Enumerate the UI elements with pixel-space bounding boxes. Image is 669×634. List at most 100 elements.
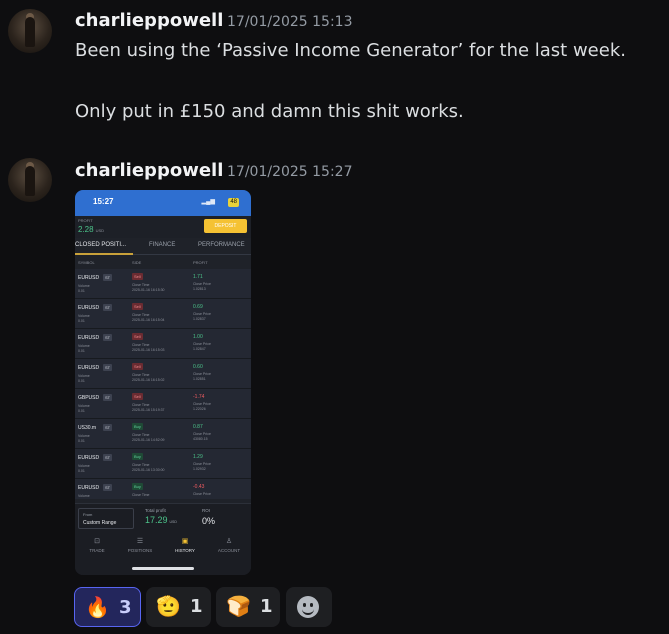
row-symbol: EURUSD bbox=[78, 335, 100, 341]
table-row: GBPUSD ST Volume 0.01 Sell Close Time 2025-01-… bbox=[75, 389, 251, 419]
row-profit: 0.69 bbox=[193, 304, 203, 310]
row-close-time: Close Time 2025-01-16 16:15:02 bbox=[132, 373, 165, 382]
history-icon: ▣ bbox=[181, 538, 189, 545]
row-side: Buy bbox=[132, 483, 143, 490]
table-row: EURUSD ST Volume 0.01 Sell Close Time 2025-01-… bbox=[75, 299, 251, 329]
row-close-price: Close Price 43080.15 bbox=[193, 432, 211, 441]
row-close-price: Close Price 1.02851 bbox=[193, 372, 211, 381]
row-side: Buy bbox=[132, 423, 143, 430]
reaction-saluting-face[interactable]: 🫡 1 bbox=[146, 587, 211, 627]
battery-icon: 48 bbox=[228, 198, 239, 207]
row-badge: ST bbox=[103, 484, 113, 491]
reaction-bread[interactable]: 🍞 1 bbox=[216, 587, 280, 627]
row-close-time: Close Time 2025-01-16 13:30:00 bbox=[132, 463, 165, 472]
history-tabs: CLOSED POSITI... FINANCE PERFORMANCE bbox=[75, 238, 251, 255]
row-symbol: EURUSD bbox=[78, 305, 100, 311]
row-close-price: Close Price 1.02837 bbox=[193, 312, 211, 321]
tab-finance: FINANCE bbox=[149, 242, 176, 248]
signal-icon: ▂▄▆ bbox=[201, 199, 215, 205]
account-icon: ♙ bbox=[225, 538, 233, 545]
nav-history: ▣ HISTORY bbox=[165, 537, 205, 553]
row-profit: 1.71 bbox=[193, 274, 203, 280]
from-label: From bbox=[83, 512, 93, 517]
tab-closed-positions: CLOSED POSITI... bbox=[75, 242, 127, 248]
row-profit: -1.74 bbox=[193, 394, 205, 400]
row-side: Sell bbox=[132, 303, 143, 310]
bread-emoji: 🍞 bbox=[226, 594, 251, 618]
row-profit: -0.43 bbox=[193, 484, 205, 490]
profit-bar: PROFIT 2.28 USD DEPOSIT bbox=[75, 216, 251, 238]
profit-label: PROFIT bbox=[78, 218, 93, 223]
row-close-price: Close Price 1.02847 bbox=[193, 342, 211, 351]
row-badge: ST bbox=[103, 394, 113, 401]
table-row: EURUSD ST Volume 0.01 Sell Close Time 2025-01-… bbox=[75, 329, 251, 359]
reaction-fire[interactable]: 🔥 3 bbox=[74, 587, 141, 627]
row-volume: Volume0.01 bbox=[78, 434, 90, 443]
fire-emoji: 🔥 bbox=[85, 595, 110, 619]
row-badge: ST bbox=[103, 334, 113, 341]
row-close-price: Close Price 1.02932 bbox=[193, 462, 211, 471]
avatar[interactable] bbox=[8, 9, 52, 53]
timestamp: 17/01/2025 15:27 bbox=[227, 164, 353, 180]
phone-footer: From Custom Range Total profit 17.29 USD … bbox=[75, 503, 251, 575]
username[interactable]: charlieppowell bbox=[75, 160, 223, 181]
trade-icon: ⊡ bbox=[94, 538, 100, 545]
row-symbol: EURUSD bbox=[78, 365, 100, 371]
deposit-button: DEPOSIT bbox=[204, 219, 247, 233]
nav-positions: ☰ POSITIONS bbox=[120, 537, 160, 553]
date-range-box: From Custom Range bbox=[78, 508, 134, 529]
table-row: EURUSD ST Volume 0.01 Sell Close Time 2025-01-… bbox=[75, 269, 251, 299]
positions-list: EURUSD ST Volume 0.01 Sell Close Time 2025-01-… bbox=[75, 269, 251, 499]
row-symbol: EURUSD bbox=[78, 275, 100, 281]
table-row: US30.m ST Volume 0.01 Buy Close Time 2025-01-1… bbox=[75, 419, 251, 449]
status-time: 15:27 bbox=[93, 197, 114, 206]
col-side: SIDE bbox=[132, 260, 142, 265]
row-volume: Volume0.01 bbox=[78, 344, 90, 353]
nav-label: ACCOUNT bbox=[217, 548, 241, 553]
row-volume: Volume0.01 bbox=[78, 464, 90, 473]
row-close-price: Close Price bbox=[193, 492, 211, 496]
row-profit: 1.00 bbox=[193, 334, 203, 340]
table-row: EURUSDST Volume0.01 Buy Close Time -0.43 Clos… bbox=[75, 479, 251, 499]
timestamp: 17/01/2025 15:13 bbox=[227, 14, 353, 30]
table-row: EURUSD ST Volume 0.01 Sell Close Time 2025-01-… bbox=[75, 359, 251, 389]
row-symbol: EURUSD bbox=[78, 455, 100, 461]
row-badge: ST bbox=[103, 454, 113, 461]
nav-account: ♙ ACCOUNT bbox=[209, 537, 249, 553]
from-value: Custom Range bbox=[83, 520, 117, 526]
row-symbol: US30.m bbox=[78, 425, 97, 431]
row-side: Sell bbox=[132, 393, 143, 400]
row-close-time: Close Time bbox=[132, 493, 150, 497]
phone-status-bar: 15:27 ▂▄▆ 48 bbox=[75, 190, 251, 216]
row-close-price: Close Price 1.22026 bbox=[193, 402, 211, 411]
image-attachment[interactable]: 15:27 ▂▄▆ 48 PROFIT 2.28 USD DEPOSIT CLOS… bbox=[75, 190, 251, 575]
row-profit: 0.87 bbox=[193, 424, 203, 430]
profit-value: 2.28 USD bbox=[78, 225, 105, 234]
tab-performance: PERFORMANCE bbox=[198, 242, 245, 248]
row-profit: 0.60 bbox=[193, 364, 203, 370]
row-volume: Volume0.01 bbox=[78, 314, 90, 323]
total-profit-value: 17.29 USD bbox=[145, 515, 177, 525]
row-badge: ST bbox=[103, 364, 113, 371]
row-side: Sell bbox=[132, 333, 143, 340]
row-side: Buy bbox=[132, 453, 143, 460]
add-reaction-icon bbox=[297, 596, 319, 618]
message-text-line-1: Been using the ‘Passive Income Generator… bbox=[75, 40, 626, 61]
row-volume: Volume0.01 bbox=[78, 284, 90, 293]
row-close-time: Close Time 2025-01-16 14:52:09 bbox=[132, 433, 165, 442]
add-reaction-button[interactable] bbox=[286, 587, 332, 627]
row-volume: Volume0.01 bbox=[78, 494, 90, 498]
row-close-price: Close Price 1.02813 bbox=[193, 282, 211, 291]
row-badge: ST bbox=[103, 304, 113, 311]
row-side: Sell bbox=[132, 363, 143, 370]
column-header: SYMBOL SIDE PROFIT bbox=[75, 255, 251, 270]
reaction-count: 1 bbox=[260, 596, 273, 617]
roi-label: ROI bbox=[202, 508, 211, 513]
nav-label: POSITIONS bbox=[127, 548, 153, 553]
row-symbol: GBPUSD bbox=[78, 395, 100, 401]
username[interactable]: charlieppowell bbox=[75, 10, 223, 31]
reaction-count: 3 bbox=[119, 597, 132, 618]
row-badge: ST bbox=[103, 274, 113, 281]
avatar[interactable] bbox=[8, 158, 52, 202]
row-badge: ST bbox=[103, 424, 113, 431]
